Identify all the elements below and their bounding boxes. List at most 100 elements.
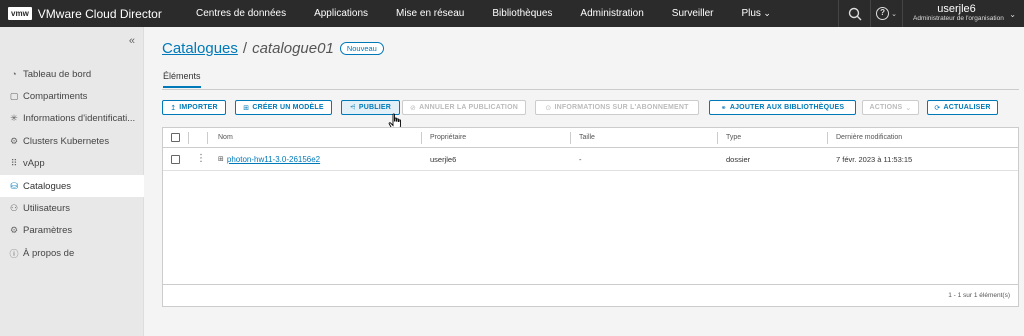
refresh-icon: ⟳ [934, 104, 941, 112]
credentials-icon: ✳ [10, 113, 18, 124]
users-icon: ⚇ [9, 203, 19, 214]
user-name: userjle6 [937, 3, 976, 15]
actions-label: ACTIONS [869, 104, 903, 111]
breadcrumb-catalogs-link[interactable]: Catalogues [162, 40, 238, 57]
nav-datacenters[interactable]: Centres de données [182, 0, 300, 27]
nav-monitor[interactable]: Surveiller [658, 0, 728, 27]
publish-label: PUBLIER [358, 104, 391, 111]
nav-applications[interactable]: Applications [300, 0, 382, 27]
column-header-name[interactable]: Nom [218, 128, 233, 147]
sidebar-item-label: Paramètres [23, 225, 73, 237]
chevron-down-icon: ⌄ [891, 10, 897, 18]
dashboard-icon: ◔ [11, 69, 17, 80]
new-badge: Nouveau [339, 42, 384, 55]
sidebar: « ◔ Tableau de bord ▢ Compartiments ✳ Infor… [0, 27, 144, 336]
nav-more[interactable]: Plus [727, 0, 785, 27]
sidebar-item-dashboard[interactable]: ◔ Tableau de bord [0, 63, 144, 85]
template-icon: ⊞ [218, 156, 224, 163]
create-template-button[interactable]: ⊞ CRÉER UN MODÈLE [235, 100, 332, 115]
breadcrumb-separator: / [242, 40, 248, 57]
sidebar-item-compartments[interactable]: ▢ Compartiments [0, 85, 144, 107]
refresh-button[interactable]: ⟳ ACTUALISER [927, 100, 998, 115]
info-icon: ⓘ [9, 248, 19, 259]
chevron-down-icon: ⌄ [1009, 10, 1016, 19]
share-icon: ⩤ [350, 103, 356, 111]
nav-networking[interactable]: Mise en réseau [382, 0, 478, 27]
add-to-libraries-button[interactable]: ⚭ AJOUTER AUX BIBLIOTHÈQUES [709, 100, 856, 115]
sidebar-item-label: Informations d'identificati... [23, 113, 136, 125]
sidebar-list: ◔ Tableau de bord ▢ Compartiments ✳ Informa… [0, 63, 144, 265]
sidebar-item-label: Tableau de bord [23, 68, 92, 80]
catalog-name: catalogue01 [252, 40, 334, 57]
refresh-label: ACTUALISER [943, 104, 991, 111]
page-title: Catalogues / catalogue01 Nouveau [162, 40, 384, 57]
sidebar-item-kubernetes[interactable]: ⚙ Clusters Kubernetes [0, 130, 144, 152]
nav-administration[interactable]: Administration [566, 0, 657, 27]
sidebar-item-users[interactable]: ⚇ Utilisateurs [0, 197, 144, 219]
search-icon [848, 7, 861, 20]
subscription-info-label: INFORMATIONS SUR L'ABONNEMENT [554, 104, 689, 111]
catalog-items-grid: Nom Propriétaire Taille Type Dernière mo… [162, 127, 1019, 307]
tab-elements[interactable]: Éléments [163, 71, 201, 88]
item-type: dossier [726, 154, 751, 164]
user-menu[interactable]: userjle6 Administrateur de l'organisatio… [902, 0, 1024, 27]
unpublish-button[interactable]: ⊘ ANNULER LA PUBLICATION [402, 100, 526, 115]
vapp-icon: ⠿ [10, 158, 18, 169]
item-modified: 7 févr. 2023 à 11:53:15 [836, 154, 913, 164]
table-row[interactable]: ⋮ ⊞ photon-hw11-3.0-26156e2 userjle6 - d… [163, 148, 1018, 171]
main-nav: Centres de données Applications Mise en … [182, 0, 785, 27]
chevron-down-icon: ⌄ [905, 104, 912, 112]
nav-libraries[interactable]: Bibliothèques [478, 0, 566, 27]
library-icon: ⚭ [720, 104, 727, 112]
vmware-logo: vmw [8, 7, 32, 20]
actions-dropdown[interactable]: ACTIONS ⌄ [862, 100, 919, 115]
catalog-icon: ⛁ [10, 180, 18, 191]
sidebar-item-catalogs[interactable]: ⛁ Catalogues [0, 174, 144, 198]
grid-icon: ⊞ [243, 104, 250, 112]
import-button[interactable]: ↥ IMPORTER [162, 100, 226, 115]
sidebar-item-label: À propos de [23, 247, 75, 259]
grid-footer: 1 - 1 sur 1 élément(s) [163, 284, 1018, 306]
cancel-icon: ⊘ [410, 104, 417, 112]
item-name-link[interactable]: photon-hw11-3.0-26156e2 [227, 155, 320, 164]
sidebar-item-label: vApp [23, 158, 45, 170]
create-template-label: CRÉER UN MODÈLE [252, 104, 324, 111]
search-button[interactable] [838, 0, 870, 27]
app-name: VMware Cloud Director [37, 6, 162, 21]
subscription-info-button[interactable]: ⊙ INFORMATIONS SUR L'ABONNEMENT [535, 100, 699, 115]
collapse-sidebar-icon[interactable]: « [129, 35, 135, 47]
compartments-icon: ▢ [9, 91, 19, 102]
upload-icon: ↥ [170, 104, 177, 112]
sidebar-item-vapp[interactable]: ⠿ vApp [0, 153, 144, 175]
sidebar-item-label: Utilisateurs [23, 203, 70, 215]
column-header-modified[interactable]: Dernière modification [836, 128, 902, 147]
item-size: - [579, 154, 582, 164]
item-name-cell: ⊞ photon-hw11-3.0-26156e2 [218, 148, 320, 170]
user-role: Administrateur de l'organisation [913, 15, 1004, 22]
sidebar-item-credentials[interactable]: ✳ Informations d'identificati... [0, 108, 144, 130]
top-header: vmw VMware Cloud Director Centres de don… [0, 0, 1024, 27]
unpublish-label: ANNULER LA PUBLICATION [419, 104, 518, 111]
main-content: Catalogues / catalogue01 Nouveau Élément… [145, 27, 1024, 336]
select-all-checkbox[interactable] [171, 128, 180, 147]
column-header-owner[interactable]: Propriétaire [430, 128, 466, 147]
row-checkbox[interactable] [171, 148, 180, 170]
item-owner: userjle6 [430, 154, 457, 164]
add-to-libraries-label: AJOUTER AUX BIBLIOTHÈQUES [729, 104, 845, 111]
kubernetes-icon: ⚙ [9, 135, 19, 146]
subscription-icon: ⊙ [545, 104, 552, 112]
sidebar-item-label: Compartiments [23, 91, 88, 103]
sidebar-item-about[interactable]: ⓘ À propos de [0, 242, 144, 264]
row-actions-kebab-icon[interactable]: ⋮ [196, 148, 206, 170]
brand[interactable]: vmw VMware Cloud Director [0, 7, 170, 21]
column-header-type[interactable]: Type [726, 128, 741, 147]
column-header-size[interactable]: Taille [579, 128, 595, 147]
table-header: Nom Propriétaire Taille Type Dernière mo… [163, 128, 1018, 148]
sidebar-item-settings[interactable]: ⚙ Paramètres [0, 220, 144, 242]
help-icon: ? [876, 7, 890, 20]
sidebar-item-label: Catalogues [23, 180, 72, 192]
help-button[interactable]: ? ⌄ [870, 0, 902, 27]
settings-icon: ⚙ [9, 225, 19, 236]
tab-divider [162, 89, 1019, 90]
import-button-label: IMPORTER [179, 104, 218, 111]
